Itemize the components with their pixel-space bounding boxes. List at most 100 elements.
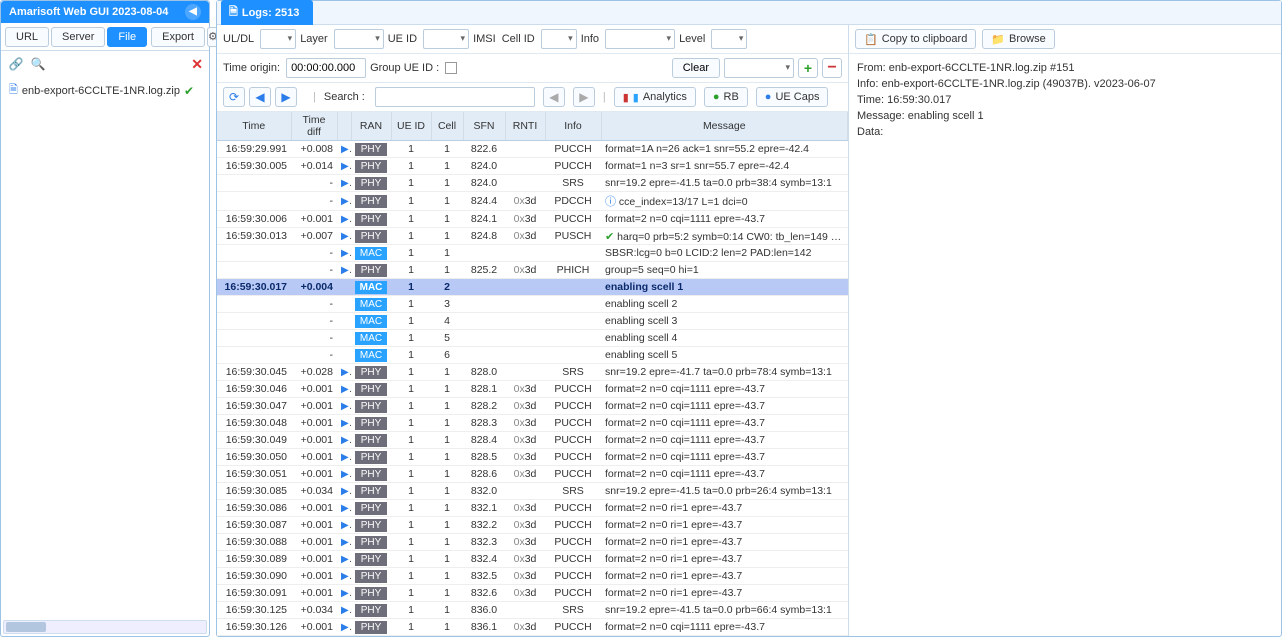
cellid-combo[interactable] <box>541 29 577 49</box>
uldl-combo[interactable] <box>260 29 296 49</box>
ran-badge: PHY <box>355 160 387 173</box>
arrow-right-icon: ▶ <box>341 383 351 395</box>
add-filter-icon[interactable]: + <box>798 58 818 78</box>
collapse-sidebar-icon[interactable]: ◀ <box>185 4 201 20</box>
col-header[interactable]: Info <box>545 112 601 141</box>
table-row[interactable]: 16:59:30.091+0.001▶PHY11832.60x3dPUCCHfo… <box>217 585 848 602</box>
level-combo[interactable] <box>711 29 747 49</box>
table-row[interactable]: 16:59:30.006+0.001▶PHY11824.10x3dPUCCHfo… <box>217 211 848 228</box>
table-row[interactable]: -MAC16enabling scell 5 <box>217 347 848 364</box>
table-row[interactable]: 16:59:30.050+0.001▶PHY11828.50x3dPUCCHfo… <box>217 449 848 466</box>
ran-badge: PHY <box>355 417 387 430</box>
arrow-right-icon: ▶ <box>341 366 351 378</box>
table-row[interactable]: 16:59:30.089+0.001▶PHY11832.40x3dPUCCHfo… <box>217 551 848 568</box>
col-header[interactable] <box>337 112 351 141</box>
ran-badge: PHY <box>355 502 387 515</box>
table-row[interactable]: -MAC15enabling scell 4 <box>217 330 848 347</box>
link-icon[interactable]: 🔗 <box>7 55 25 73</box>
ran-badge: MAC <box>355 332 387 345</box>
next-icon[interactable]: ▶ <box>275 87 297 107</box>
arrow-right-icon: ▶ <box>341 451 351 463</box>
table-row[interactable]: -▶MAC11SBSR:lcg=0 b=0 LCID:2 len=2 PAD:l… <box>217 245 848 262</box>
col-header[interactable]: Time diff <box>291 112 337 141</box>
refresh-icon[interactable]: ⟳ <box>223 87 245 107</box>
table-row[interactable]: 16:59:30.047+0.001▶PHY11828.20x3dPUCCHfo… <box>217 398 848 415</box>
layer-combo[interactable] <box>334 29 384 49</box>
table-row[interactable]: 16:59:30.086+0.001▶PHY11832.10x3dPUCCHfo… <box>217 500 848 517</box>
file-entry[interactable]: 🗎 enb-export-6CCLTE-1NR.log.zip ✔ <box>1 77 209 104</box>
table-row[interactable]: 16:59:30.125+0.034▶PHY11836.0SRSsnr=19.2… <box>217 602 848 619</box>
table-row[interactable]: 16:59:29.991+0.008▶PHY11822.6PUCCHformat… <box>217 141 848 158</box>
clear-button[interactable]: Clear <box>672 58 720 78</box>
table-row[interactable]: -▶PHY11825.20x3dPHICHgroup=5 seq=0 hi=1 <box>217 262 848 279</box>
ran-badge: PHY <box>355 536 387 549</box>
ran-badge: PHY <box>355 451 387 464</box>
remove-filter-icon[interactable]: − <box>822 58 842 78</box>
file-icon: 🗎 <box>9 81 18 100</box>
col-header[interactable]: UE ID <box>391 112 431 141</box>
analytics-button[interactable]: ▮▮Analytics <box>614 87 696 107</box>
clear-combo[interactable] <box>724 58 794 78</box>
browse-button[interactable]: 📁Browse <box>982 29 1054 49</box>
ran-badge: PHY <box>355 366 387 379</box>
arrow-right-icon: ▶ <box>341 536 351 548</box>
table-row[interactable]: 16:59:30.126+0.001▶PHY11836.10x3dPUCCHfo… <box>217 619 848 636</box>
prev-icon[interactable]: ◀ <box>249 87 271 107</box>
table-row[interactable]: 16:59:30.051+0.001▶PHY11828.60x3dPUCCHfo… <box>217 466 848 483</box>
export-button[interactable]: Export <box>151 27 205 47</box>
arrow-right-icon: ▶ <box>341 160 351 172</box>
table-row[interactable]: 16:59:30.013+0.007▶PHY11824.80x3dPUSCH✔ … <box>217 228 848 245</box>
ran-badge: PHY <box>355 400 387 413</box>
info-combo[interactable] <box>605 29 675 49</box>
detail-line: Message: enabling scell 1 <box>857 108 1273 124</box>
arrow-right-icon: ▶ <box>341 485 351 497</box>
table-row[interactable]: 16:59:30.088+0.001▶PHY11832.30x3dPUCCHfo… <box>217 534 848 551</box>
table-row[interactable]: 16:59:30.046+0.001▶PHY11828.10x3dPUCCHfo… <box>217 381 848 398</box>
tab-logs[interactable]: 🗎 Logs: 2513 <box>221 0 313 25</box>
search-icon[interactable]: 🔍 <box>29 55 47 73</box>
table-row[interactable]: -MAC14enabling scell 3 <box>217 313 848 330</box>
col-header[interactable]: Cell <box>431 112 463 141</box>
close-icon[interactable]: ✕ <box>191 56 203 73</box>
table-row[interactable]: 16:59:30.087+0.001▶PHY11832.20x3dPUCCHfo… <box>217 517 848 534</box>
nav-search-row: ⟳ ◀ ▶ | Search : ◀ ▶ | ▮▮Analytics ●RB ●… <box>217 83 848 112</box>
table-row[interactable]: 16:59:30.090+0.001▶PHY11832.50x3dPUCCHfo… <box>217 568 848 585</box>
table-row[interactable]: -▶PHY11824.40x3dPDCCHⓘ cce_index=13/17 L… <box>217 192 848 211</box>
search-input[interactable] <box>375 87 535 107</box>
ran-badge: PHY <box>355 434 387 447</box>
table-row[interactable]: 16:59:30.049+0.001▶PHY11828.40x3dPUCCHfo… <box>217 432 848 449</box>
tab-file[interactable]: File <box>107 27 147 47</box>
sidebar-hscroll[interactable] <box>3 620 207 634</box>
table-row[interactable]: 16:59:30.045+0.028▶PHY11828.0SRSsnr=19.2… <box>217 364 848 381</box>
col-header[interactable]: Time <box>217 112 291 141</box>
arrow-right-icon: ▶ <box>341 587 351 599</box>
table-row[interactable]: 16:59:30.005+0.014▶PHY11824.0PUCCHformat… <box>217 158 848 175</box>
col-header[interactable]: RNTI <box>505 112 545 141</box>
folder-icon: 📁 <box>991 33 1005 46</box>
search-prev-icon[interactable]: ◀ <box>543 87 565 107</box>
table-row[interactable]: -▶PHY11824.0SRSsnr=19.2 epre=-41.5 ta=0.… <box>217 175 848 192</box>
document-icon: 🗎 <box>229 3 238 22</box>
search-next-icon[interactable]: ▶ <box>573 87 595 107</box>
time-origin-input[interactable] <box>286 58 366 78</box>
table-row[interactable]: 16:59:30.048+0.001▶PHY11828.30x3dPUCCHfo… <box>217 415 848 432</box>
table-row[interactable]: 16:59:30.085+0.034▶PHY11832.0SRSsnr=19.2… <box>217 483 848 500</box>
ran-badge: PHY <box>355 383 387 396</box>
uecaps-button[interactable]: ●UE Caps <box>756 87 829 107</box>
group-ueid-checkbox[interactable] <box>445 62 457 74</box>
arrow-right-icon: ▶ <box>341 468 351 480</box>
col-header[interactable]: RAN <box>351 112 391 141</box>
table-row[interactable]: -MAC13enabling scell 2 <box>217 296 848 313</box>
arrow-right-icon: ▶ <box>341 434 351 446</box>
col-header[interactable]: Message <box>601 112 848 141</box>
ueid-combo[interactable] <box>423 29 469 49</box>
table-row[interactable]: 16:59:30.127+0.001▶PHY11836.20x3dPUCCHfo… <box>217 636 848 637</box>
tab-server[interactable]: Server <box>51 27 105 47</box>
col-header[interactable]: SFN <box>463 112 505 141</box>
main-panel: 🗎 Logs: 2513 UL/DL Layer UE ID IMSI Cell… <box>216 0 1282 637</box>
copy-clipboard-button[interactable]: 📋Copy to clipboard <box>855 29 976 49</box>
ran-badge: MAC <box>355 315 387 328</box>
table-row[interactable]: 16:59:30.017+0.004MAC12enabling scell 1 <box>217 279 848 296</box>
rb-button[interactable]: ●RB <box>704 87 748 107</box>
tab-url[interactable]: URL <box>5 27 49 47</box>
